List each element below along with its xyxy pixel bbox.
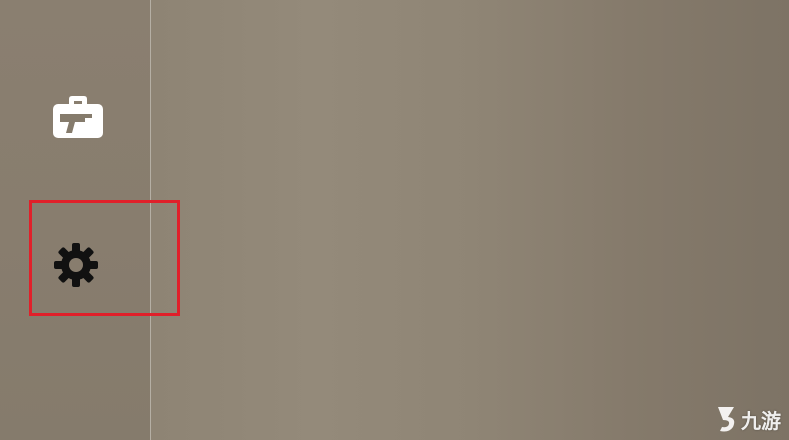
game-screen: 九游 bbox=[0, 0, 789, 440]
watermark-logo-icon bbox=[718, 407, 735, 432]
gear-icon bbox=[54, 243, 98, 287]
briefcase-gun-icon bbox=[53, 96, 103, 138]
sidebar bbox=[0, 0, 150, 440]
sidebar-item-loadout[interactable] bbox=[49, 88, 107, 146]
watermark-text: 九游 bbox=[741, 408, 781, 433]
sidebar-divider bbox=[150, 0, 151, 440]
watermark: 九游 bbox=[713, 404, 781, 434]
sidebar-item-settings[interactable] bbox=[47, 236, 105, 294]
